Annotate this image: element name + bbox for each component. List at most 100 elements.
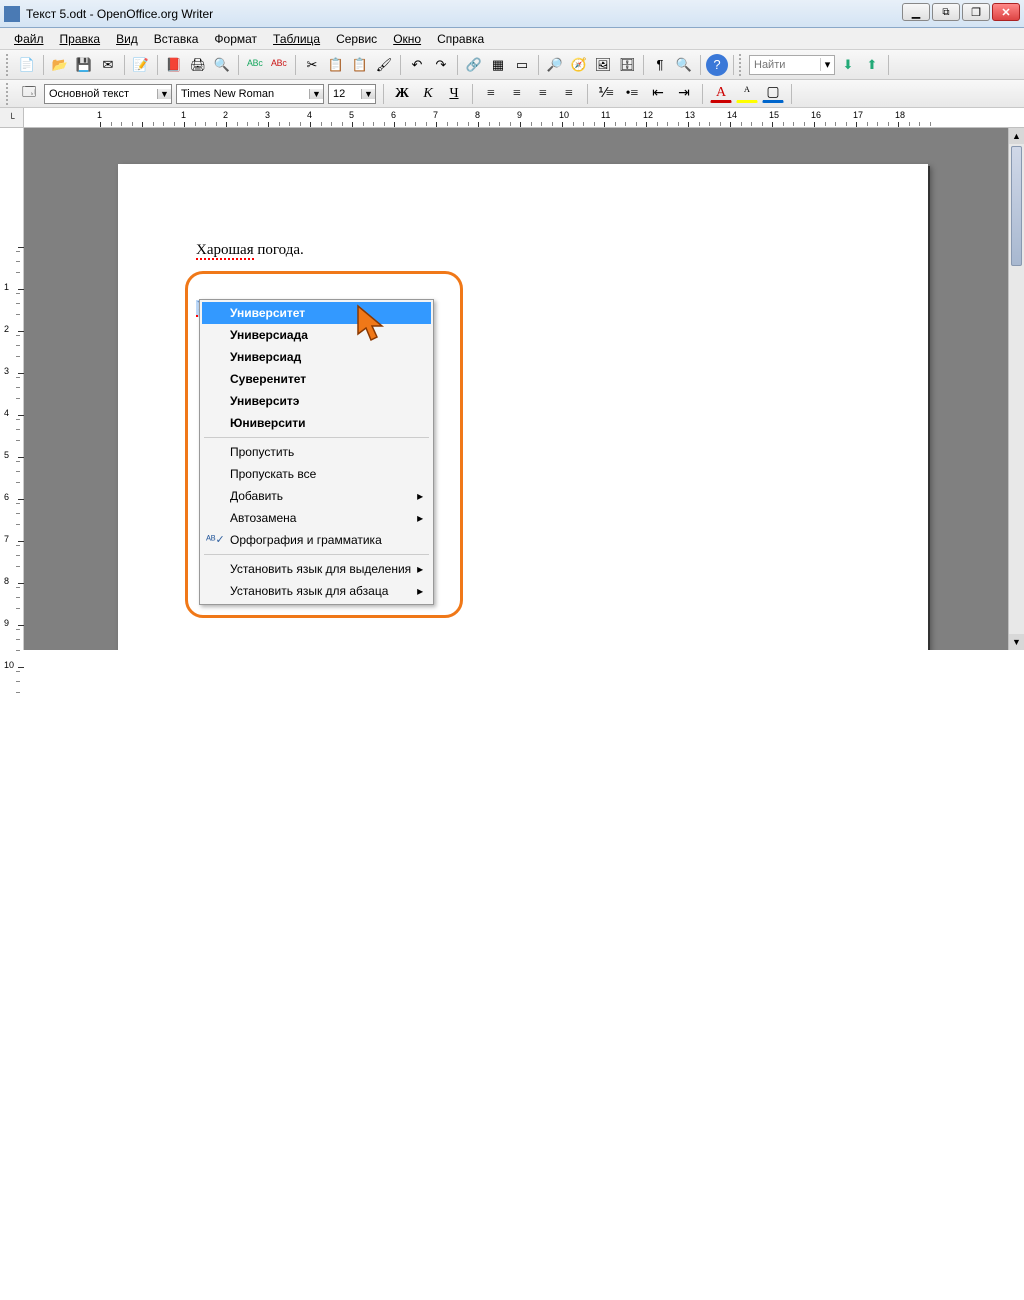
menu-view[interactable]: Вид <box>108 30 146 48</box>
add-item[interactable]: Добавить▸ <box>202 485 431 507</box>
suggestion-item[interactable]: Универсиад <box>202 346 431 368</box>
menu-window[interactable]: Окно <box>385 30 429 48</box>
gallery-button[interactable]: 🖼 <box>592 54 614 76</box>
hyperlink-button[interactable]: 🔗 <box>463 54 485 76</box>
highlight-button[interactable]: ᴬ <box>736 84 758 103</box>
copy-button[interactable]: 📋 <box>325 54 347 76</box>
close-button[interactable] <box>992 3 1020 21</box>
submenu-arrow-icon: ▸ <box>417 511 423 525</box>
save-button[interactable]: 💾 <box>73 54 95 76</box>
menu-format[interactable]: Формат <box>206 30 265 48</box>
ignore-all-item[interactable]: Пропускать все <box>202 463 431 485</box>
dropdown-icon[interactable]: ▼ <box>309 89 323 99</box>
print-button[interactable]: 🖨 <box>187 54 209 76</box>
font-color-button[interactable]: A <box>710 84 732 103</box>
menu-tools[interactable]: Сервис <box>328 30 385 48</box>
draw-button[interactable]: ▭ <box>511 54 533 76</box>
restore-button[interactable] <box>932 3 960 21</box>
nonprinting-button[interactable]: ¶ <box>649 54 671 76</box>
bold-button[interactable]: Ж <box>391 83 413 105</box>
vertical-scrollbar[interactable]: ▲ ▼ <box>1008 128 1024 650</box>
suggestion-item[interactable]: Юниверсити <box>202 412 431 434</box>
dropdown-icon[interactable]: ▼ <box>157 89 171 99</box>
canvas[interactable]: Харошая погода. Унеберситет. Университет… <box>24 128 1024 650</box>
styles-window-button[interactable]: 🗔 <box>18 83 40 105</box>
find-dropdown-icon[interactable]: ▾ <box>820 58 834 71</box>
datasource-button[interactable]: 🗄 <box>616 54 638 76</box>
text-line-1[interactable]: Харошая погода. <box>196 240 850 261</box>
menu-insert[interactable]: Вставка <box>146 30 207 48</box>
decrease-indent-button[interactable]: ⇤ <box>647 83 669 105</box>
new-button[interactable]: 📄 <box>16 54 38 76</box>
suggestion-item[interactable]: Суверенитет <box>202 368 431 390</box>
dropdown-icon[interactable]: ▼ <box>361 89 375 99</box>
document-area: 12345678910 Харошая погода. Унеберситет.… <box>0 128 1024 650</box>
open-button[interactable]: 📂 <box>49 54 71 76</box>
horizontal-ruler[interactable]: 1123456789101112131415161718 <box>24 108 1024 127</box>
set-lang-paragraph-item[interactable]: Установить язык для абзаца▸ <box>202 580 431 602</box>
menu-help[interactable]: Справка <box>429 30 492 48</box>
font-name-input[interactable] <box>177 88 309 100</box>
minimize-button[interactable] <box>902 3 930 21</box>
autospell-button[interactable]: ᴬᴮᶜ <box>268 54 290 76</box>
menubar: Файл Правка Вид Вставка Формат Таблица С… <box>0 28 1024 50</box>
paste-button[interactable]: 📋 <box>349 54 371 76</box>
bgcolor-button[interactable]: ▢ <box>762 84 784 103</box>
zoom-button[interactable]: 🔍 <box>673 54 695 76</box>
pdf-button[interactable]: 📕 <box>163 54 185 76</box>
menu-file[interactable]: Файл <box>6 30 52 48</box>
italic-button[interactable]: К <box>417 83 439 105</box>
navigator-button[interactable]: 🧭 <box>568 54 590 76</box>
table-button[interactable]: ▦ <box>487 54 509 76</box>
submenu-arrow-icon: ▸ <box>417 489 423 503</box>
find-toggle-button[interactable]: 🔎 <box>544 54 566 76</box>
font-name-combo[interactable]: ▼ <box>176 84 324 104</box>
increase-indent-button[interactable]: ⇥ <box>673 83 695 105</box>
menu-edit[interactable]: Правка <box>52 30 109 48</box>
font-size-combo[interactable]: ▼ <box>328 84 376 104</box>
scroll-down-button[interactable]: ▼ <box>1009 634 1024 650</box>
vertical-ruler[interactable]: 12345678910 <box>0 128 24 650</box>
bullet-list-button[interactable]: •≡ <box>621 83 643 105</box>
font-size-input[interactable] <box>329 88 361 100</box>
align-center-button[interactable]: ≡ <box>506 83 528 105</box>
misspelled-word-1[interactable]: Харошая <box>196 243 254 260</box>
preview-button[interactable]: 🔍 <box>211 54 233 76</box>
align-left-button[interactable]: ≡ <box>480 83 502 105</box>
numbered-list-button[interactable]: ⅟≡ <box>595 83 617 105</box>
mail-button[interactable]: ✉ <box>97 54 119 76</box>
underline-button[interactable]: Ч <box>443 83 465 105</box>
cut-button[interactable]: ✂ <box>301 54 323 76</box>
ignore-item[interactable]: Пропустить <box>202 441 431 463</box>
toolbar-grip-3[interactable] <box>6 83 12 105</box>
suggestion-item[interactable]: Университет <box>202 302 431 324</box>
spellcheck-button[interactable]: ᴬᴮᶜ <box>244 54 266 76</box>
suggestion-item[interactable]: Универсиада <box>202 324 431 346</box>
toolbar-grip[interactable] <box>6 54 12 76</box>
help-button[interactable]: ? <box>706 54 728 76</box>
find-next-button[interactable]: ⬇ <box>837 54 859 76</box>
align-right-button[interactable]: ≡ <box>532 83 554 105</box>
maximize-button[interactable] <box>962 3 990 21</box>
redo-button[interactable]: ↷ <box>430 54 452 76</box>
submenu-arrow-icon: ▸ <box>417 562 423 576</box>
app-icon <box>4 6 20 22</box>
scroll-thumb[interactable] <box>1011 146 1022 266</box>
menu-table[interactable]: Таблица <box>265 30 328 48</box>
spelling-grammar-item[interactable]: ᴬᴮ✓Орфография и грамматика <box>202 529 431 551</box>
set-lang-selection-item[interactable]: Установить язык для выделения▸ <box>202 558 431 580</box>
undo-button[interactable]: ↶ <box>406 54 428 76</box>
spellcheck-context-menu: Университет Универсиада Универсиад Сувер… <box>199 299 434 605</box>
align-justify-button[interactable]: ≡ <box>558 83 580 105</box>
paragraph-style-combo[interactable]: ▼ <box>44 84 172 104</box>
find-prev-button[interactable]: ⬆ <box>861 54 883 76</box>
toolbar-standard: 📄 📂 💾 ✉ 📝 📕 🖨 🔍 ᴬᴮᶜ ᴬᴮᶜ ✂ 📋 📋 🖌 ↶ ↷ 🔗 ▦ … <box>0 50 1024 80</box>
suggestion-item[interactable]: Университэ <box>202 390 431 412</box>
toolbar-grip-2[interactable] <box>739 54 745 76</box>
scroll-up-button[interactable]: ▲ <box>1009 128 1024 144</box>
paragraph-style-input[interactable] <box>45 88 157 100</box>
autocorrect-item[interactable]: Автозамена▸ <box>202 507 431 529</box>
edit-mode-button[interactable]: 📝 <box>130 54 152 76</box>
find-input[interactable] <box>750 59 820 71</box>
format-paintbrush-button[interactable]: 🖌 <box>373 54 395 76</box>
